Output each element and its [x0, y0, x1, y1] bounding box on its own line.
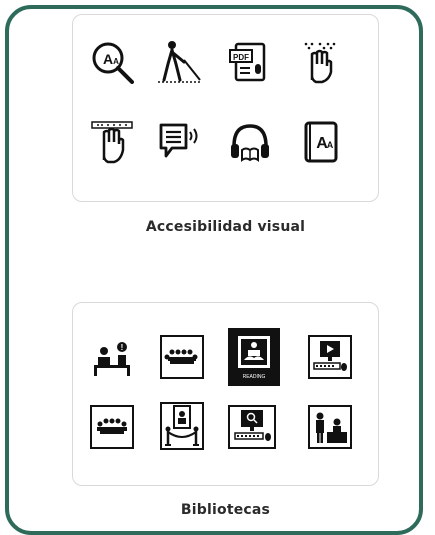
svg-text:A: A [103, 51, 113, 67]
braille-reading-hand-icon [91, 121, 133, 164]
audiobook-headphones-icon [231, 124, 269, 162]
svg-text:PDF: PDF [233, 53, 249, 62]
meeting-room-icon [160, 335, 204, 379]
pdf-audio-icon: PDF [229, 42, 266, 82]
group-study-icon [90, 405, 134, 449]
svg-text:A: A [327, 140, 334, 150]
visual-accessibility-caption: Accesibilidad visual [145, 219, 306, 235]
reading-station-icon: READING [228, 328, 280, 386]
computer-search-icon [228, 405, 276, 449]
svg-text:!: ! [121, 343, 124, 352]
computer-video-icon [308, 335, 352, 379]
large-print-book-icon: A A [304, 121, 338, 163]
braille-hand-icon [304, 42, 336, 84]
speech-bubble-audio-icon [159, 123, 198, 158]
svg-text:A: A [113, 57, 119, 66]
svg-text:READING: READING [243, 374, 266, 380]
magnifier-text-icon: A A [92, 42, 134, 84]
desk-attention-icon: ! [94, 342, 130, 376]
exhibit-rope-icon [160, 402, 204, 450]
libraries-card[interactable] [72, 302, 379, 486]
libraries-caption: Bibliotecas [180, 502, 271, 518]
blind-cane-person-icon [158, 41, 202, 83]
librarian-counter-icon [308, 405, 352, 449]
